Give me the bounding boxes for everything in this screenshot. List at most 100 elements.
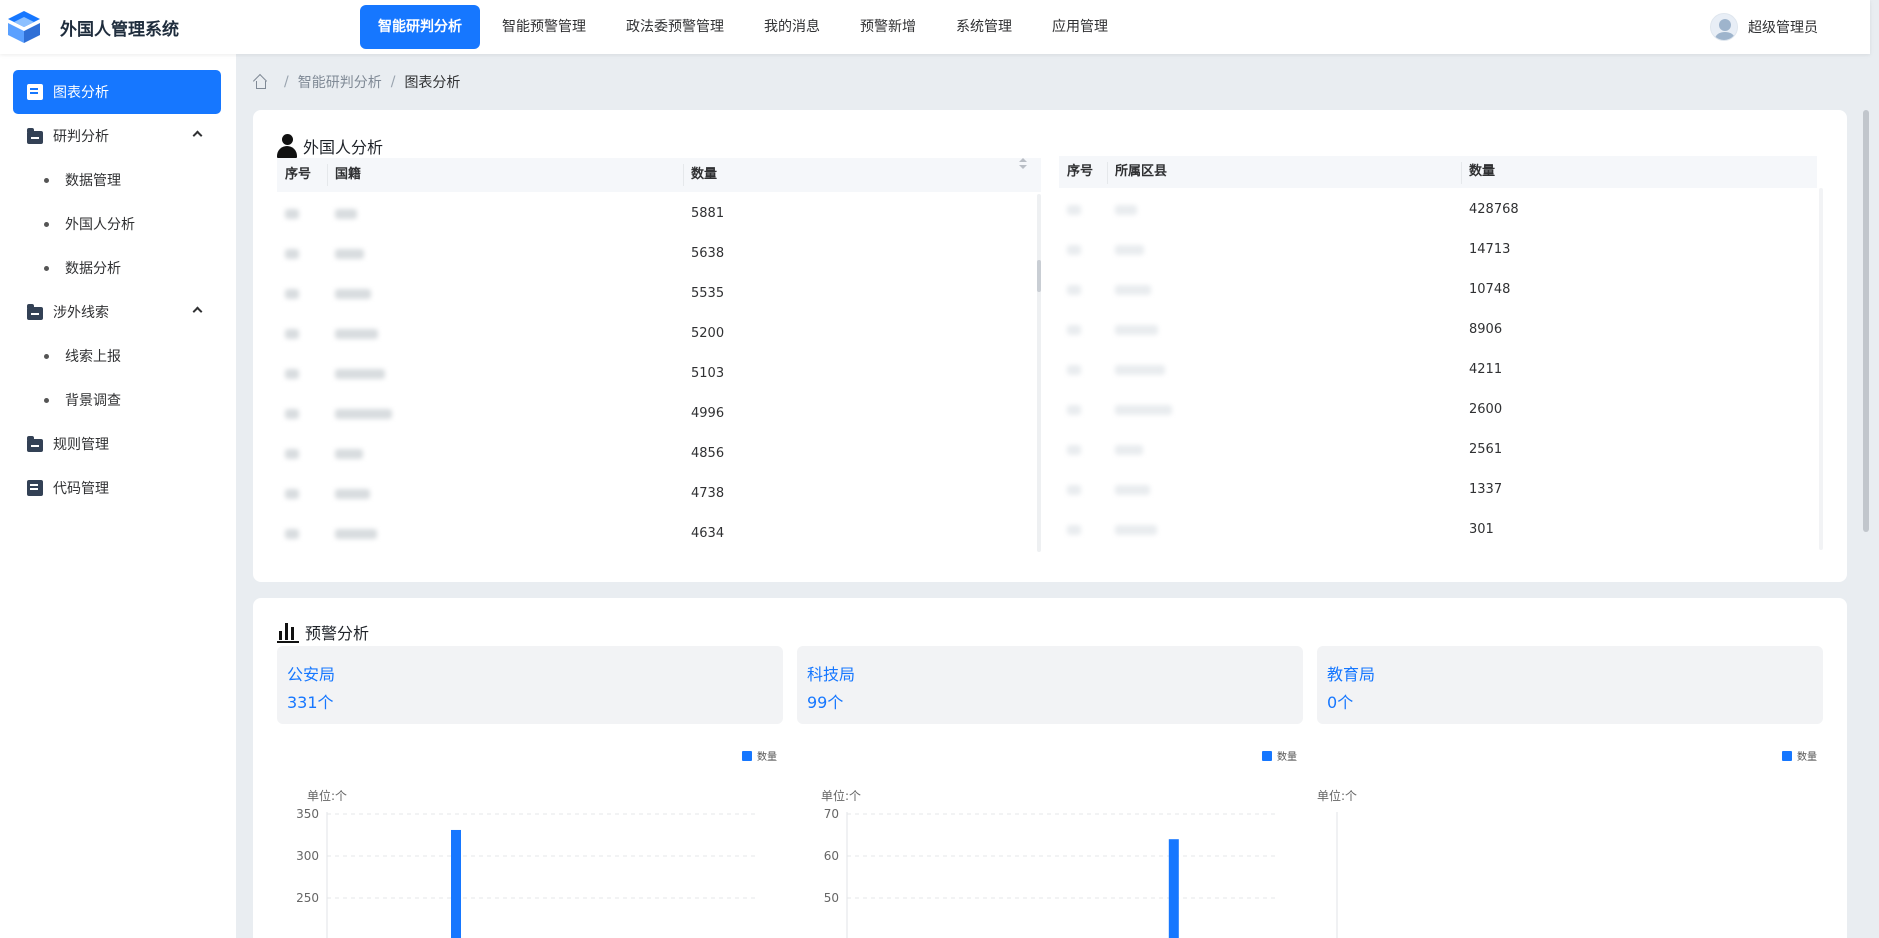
- sidebar-item-label: 规则管理: [53, 437, 109, 453]
- table-row[interactable]: 301: [1059, 510, 1815, 550]
- row-index-masked: [1059, 510, 1081, 550]
- avatar[interactable]: [1710, 13, 1738, 41]
- police-warning-chart: 350 300 250: [296, 807, 757, 938]
- sidebar-subitem-data-analysis[interactable]: 数据分析: [44, 256, 121, 280]
- table-row[interactable]: 5638: [277, 234, 1033, 274]
- sidebar-subitem-data-management[interactable]: 数据管理: [44, 168, 121, 192]
- table-row[interactable]: 5881: [277, 194, 1033, 234]
- chart-legend[interactable]: 数量: [1782, 748, 1817, 763]
- foreigner-analysis-card: 外国人分析 序号 国籍 数量 5881 5638 5535 5200 5103 4996 4…: [253, 110, 1847, 582]
- table-row[interactable]: 14713: [1059, 230, 1815, 270]
- sort-icon[interactable]: [1019, 158, 1027, 170]
- table-header: 序号 所属区县 数量: [1059, 156, 1817, 188]
- technology-warning-chart: 70 60 50: [824, 807, 1277, 938]
- row-name-masked: [327, 434, 363, 474]
- stat-name: 教育局: [1327, 665, 1376, 684]
- column-header-count: 数量: [1469, 164, 1496, 179]
- breadcrumb: / 智能研判分析 / 图表分析: [253, 72, 460, 92]
- y-tick-label: 350: [296, 807, 319, 821]
- stat-box-education: 教育局 0个: [1317, 646, 1823, 724]
- breadcrumb-separator: /: [390, 74, 396, 90]
- nav-tab-smart-analysis[interactable]: 智能研判分析: [360, 5, 480, 49]
- row-index-masked: [1059, 390, 1081, 430]
- row-count: 5535: [691, 286, 725, 301]
- row-index-masked: [277, 314, 299, 354]
- scrollbar-thumb[interactable]: [1037, 260, 1041, 292]
- nav-tab-my-messages[interactable]: 我的消息: [746, 5, 838, 49]
- table-row[interactable]: 4738: [277, 474, 1033, 514]
- table-row[interactable]: 5535: [277, 274, 1033, 314]
- table-row[interactable]: 428768: [1059, 190, 1815, 230]
- row-name-masked: [1107, 430, 1143, 470]
- stat-count: 99个: [807, 693, 844, 712]
- table-row[interactable]: 10748: [1059, 270, 1815, 310]
- sidebar-subitem-background-check[interactable]: 背景调查: [44, 388, 121, 412]
- y-tick-label: 60: [824, 849, 839, 863]
- row-count: 5881: [691, 206, 725, 221]
- row-count: 2561: [1469, 442, 1503, 457]
- row-name-masked: [1107, 310, 1158, 350]
- nav-tab-smart-warning[interactable]: 智能预警管理: [484, 5, 604, 49]
- home-icon[interactable]: [253, 75, 267, 89]
- row-count: 2600: [1469, 402, 1503, 417]
- page-scrollbar[interactable]: [1862, 54, 1870, 938]
- sidebar-item-chart-analysis[interactable]: 图表分析: [13, 70, 221, 114]
- table-row[interactable]: 4634: [277, 514, 1033, 552]
- folder-icon: [27, 303, 43, 320]
- nav-tab-political-warning[interactable]: 政法委预警管理: [608, 5, 742, 49]
- y-tick-label: 50: [824, 891, 839, 905]
- bar-chart-icon: [277, 621, 299, 643]
- nav-tab-system-management[interactable]: 系统管理: [938, 5, 1030, 49]
- column-header-nationality: 国籍: [335, 167, 362, 182]
- row-count: 4856: [691, 446, 725, 461]
- stat-box-police: 公安局 331个: [277, 646, 783, 724]
- table-row[interactable]: 8906: [1059, 310, 1815, 350]
- table-scrollbar[interactable]: [1819, 188, 1823, 550]
- row-index-masked: [277, 194, 299, 234]
- column-header-index: 序号: [1067, 164, 1094, 179]
- column-header-index: 序号: [285, 167, 312, 182]
- sidebar-subitem-clue-report[interactable]: 线索上报: [44, 344, 121, 368]
- breadcrumb-item[interactable]: 智能研判分析: [298, 72, 382, 92]
- sidebar-item-label: 研判分析: [53, 129, 109, 145]
- table-row[interactable]: 5103: [277, 354, 1033, 394]
- row-index-masked: [1059, 470, 1081, 510]
- scrollbar-thumb[interactable]: [1863, 110, 1869, 532]
- chart-legend[interactable]: 数量: [742, 748, 777, 763]
- row-count: 1337: [1469, 482, 1503, 497]
- breadcrumb-separator: /: [284, 74, 289, 90]
- chart-legend[interactable]: 数量: [1262, 748, 1297, 763]
- sidebar-item-code-management[interactable]: 代码管理: [13, 466, 221, 510]
- table-row[interactable]: 1337: [1059, 470, 1815, 510]
- sidebar-item-research-analysis[interactable]: 研判分析: [13, 114, 221, 158]
- sidebar-subitem-foreigner-analysis[interactable]: 外国人分析: [44, 212, 135, 236]
- table-row[interactable]: 4996: [277, 394, 1033, 434]
- sidebar-item-foreign-clues[interactable]: 涉外线索: [13, 290, 221, 334]
- sidebar-item-label: 代码管理: [53, 481, 109, 497]
- district-table: 序号 所属区县 数量 428768 14713 10748 8906 4211 2600 2…: [1059, 156, 1823, 552]
- row-count: 14713: [1469, 242, 1511, 257]
- row-count: 10748: [1469, 282, 1511, 297]
- legend-label: 数量: [757, 752, 777, 763]
- row-name-masked: [1107, 230, 1144, 270]
- table-row[interactable]: 4856: [277, 434, 1033, 474]
- table-row[interactable]: 4211: [1059, 350, 1815, 390]
- nav-tab-add-warning[interactable]: 预警新增: [842, 5, 934, 49]
- bar: [451, 829, 461, 938]
- row-count: 301: [1469, 522, 1494, 537]
- table-header: 序号 国籍 数量: [277, 158, 1041, 192]
- table-row[interactable]: 2600: [1059, 390, 1815, 430]
- row-index-masked: [277, 514, 299, 552]
- row-name-masked: [1107, 510, 1157, 550]
- table-row[interactable]: 2561: [1059, 430, 1815, 470]
- column-header-count: 数量: [691, 167, 718, 182]
- user-menu[interactable]: 超级管理员: [1710, 13, 1818, 41]
- row-index-masked: [277, 354, 299, 394]
- app-logo-icon: [8, 11, 40, 43]
- row-count: 4211: [1469, 362, 1503, 377]
- table-scrollbar[interactable]: [1037, 194, 1041, 552]
- nav-tab-app-management[interactable]: 应用管理: [1034, 5, 1126, 49]
- section-title: 预警分析: [277, 620, 369, 644]
- sidebar-item-rule-management[interactable]: 规则管理: [13, 422, 221, 466]
- table-row[interactable]: 5200: [277, 314, 1033, 354]
